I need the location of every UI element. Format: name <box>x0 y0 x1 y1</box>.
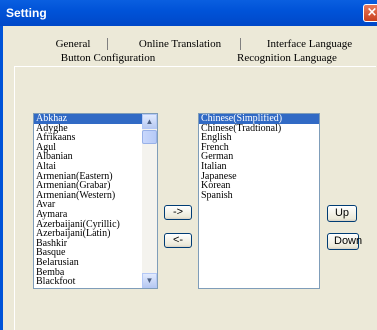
close-button[interactable]: × <box>363 4 377 22</box>
window-title: Setting <box>6 6 47 20</box>
scroll-up-arrow-icon: ▲ <box>145 117 154 126</box>
title-bar: Setting × <box>0 0 377 26</box>
tab-separator <box>240 38 241 50</box>
scroll-up-button[interactable]: ▲ <box>142 114 157 129</box>
scroll-down-button[interactable]: ▼ <box>142 273 157 288</box>
tab-online-translation[interactable]: Online Translation <box>130 38 230 51</box>
available-languages-items: Abkhaz Adyghe Afrikaans Agul Albanian Altai Ar… <box>34 114 157 287</box>
add-language-button[interactable]: -> <box>164 205 192 220</box>
window-frame <box>0 26 3 330</box>
tab-general[interactable]: General <box>42 38 104 51</box>
selected-languages-list[interactable]: Chinese(Simplified) Chinese(Tradtional) En… <box>198 113 320 289</box>
list-item[interactable]: Spanish <box>199 190 319 201</box>
tab-button-configuration[interactable]: Button Configuration <box>58 52 158 65</box>
selected-languages-items: Chinese(Simplified) Chinese(Tradtional) En… <box>199 114 319 200</box>
scroll-thumb[interactable] <box>142 130 157 144</box>
remove-language-button[interactable]: <- <box>164 233 192 248</box>
tab-interface-language[interactable]: Interface Language <box>262 38 357 51</box>
move-up-button[interactable]: Up <box>327 205 357 222</box>
list-item[interactable]: Blackfoot <box>34 277 157 287</box>
scroll-down-arrow-icon: ▼ <box>145 276 154 285</box>
available-languages-list[interactable]: Abkhaz Adyghe Afrikaans Agul Albanian Altai Ar… <box>33 113 158 289</box>
move-down-button[interactable]: Down <box>327 233 362 250</box>
close-icon: × <box>366 5 377 20</box>
tab-separator <box>107 38 108 50</box>
available-languages-scrollbar[interactable]: ▲ ▼ <box>142 114 157 288</box>
tab-recognition-language[interactable]: Recognition Language <box>232 52 342 65</box>
